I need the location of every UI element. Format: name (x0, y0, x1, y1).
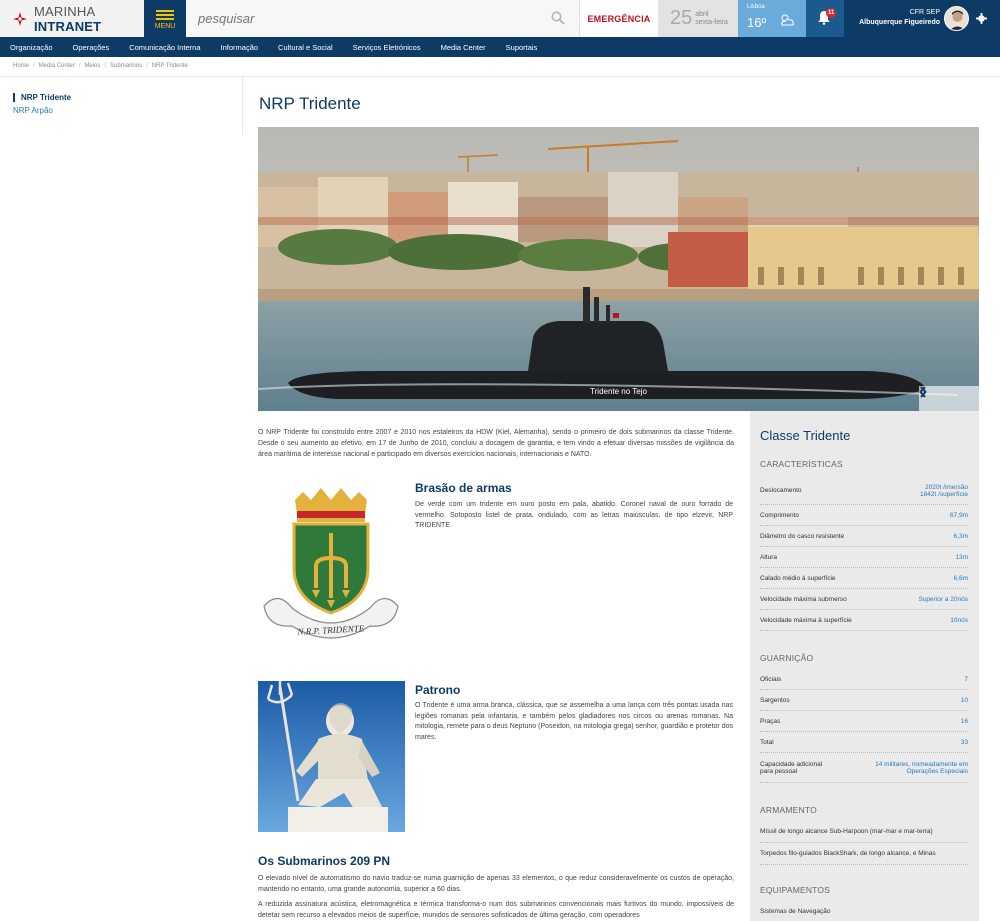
user-rank: CFR SEP (909, 9, 940, 16)
spec-row: Comprimento 67,9m (760, 505, 968, 526)
armament-row: Míssil de longo alcance Sub-Harpoon (mar… (760, 821, 968, 843)
spec-row: Deslocamento 2020t /imersão 1842t /superf… (760, 477, 968, 505)
breadcrumb-current: NRP Tridente (151, 63, 188, 69)
logo-text: MARINHA INTRANET (34, 3, 102, 34)
carousel-controls (919, 386, 979, 411)
gear-icon[interactable] (976, 13, 987, 24)
submarines-title: Os Submarinos 209 PN (258, 854, 391, 868)
date-widget: 25 abril sexta-feira (658, 0, 738, 37)
breadcrumb: Home / Media Center / Meios / Submarinos / N… (13, 63, 188, 69)
hero-carousel: Tridente no Tejo (258, 127, 979, 411)
spec-row: Calado médio à superfície 6,6m (760, 568, 968, 589)
submarines-paragraph: A reduzida assinatura acústica, eletroma… (258, 901, 734, 919)
menu-button[interactable]: MENU (144, 0, 186, 37)
neptune-statue-image (258, 681, 405, 832)
crew-heading: GUARNIÇÃO (760, 653, 814, 663)
spec-row: Altura 13m (760, 547, 968, 568)
nav-item-organizacao[interactable]: Organização (0, 43, 63, 52)
breadcrumb-separator: / (33, 63, 35, 69)
breadcrumb-separator: / (146, 63, 148, 69)
user-profile[interactable]: CFR SEP Albuquerque Figueiredo (844, 0, 1000, 37)
submarine-photo (258, 127, 979, 411)
partly-cloudy-icon (781, 14, 795, 26)
breadcrumb-submarinos[interactable]: Submarinos (110, 63, 142, 69)
crew-row: Capacidade adicional para pessoal 14 mili… (760, 753, 968, 783)
date-month: abril (695, 10, 709, 18)
armament-heading: ARMAMENTO (760, 805, 817, 815)
weather-widget[interactable]: Lisboa 16º (738, 0, 806, 37)
breadcrumb-home[interactable]: Home (13, 63, 29, 69)
coat-of-arms-title: Brasão de armas (415, 481, 512, 495)
patron-title: Patrono (415, 683, 461, 697)
armament-row: Torpedos filo-guiados BlackShark, de lon… (760, 843, 968, 865)
avatar[interactable] (944, 6, 969, 31)
notification-count-badge: 11 (826, 8, 837, 18)
crew-row: Sargentos 10 (760, 690, 968, 711)
spec-row: Velocidade máxima submerso Superior a 20n… (760, 589, 968, 610)
breadcrumb-meios[interactable]: Meios (84, 63, 100, 69)
crew-row: Praças 16 (760, 711, 968, 732)
side-nav-item-tridente[interactable]: NRP Tridente (13, 93, 71, 102)
weather-temp: 16º (747, 15, 767, 30)
logo[interactable]: MARINHA INTRANET (0, 0, 144, 37)
chevron-right-icon (920, 386, 927, 398)
emergency-button[interactable]: EMERGÊNCIA (580, 0, 658, 37)
panel-title: Classe Tridente (760, 428, 851, 443)
date-day: 25 (670, 7, 693, 29)
characteristics-heading: CARACTERÍSTICAS (760, 459, 843, 469)
search-input[interactable] (186, 0, 526, 37)
navy-cross-icon (12, 11, 28, 27)
date-weekday: sexta-feira (695, 18, 728, 26)
hero-caption: Tridente no Tejo (590, 387, 647, 396)
class-info-panel: Classe Tridente CARACTERÍSTICAS Deslocam… (750, 411, 979, 921)
equipment-row: Sistemas de Navegação (760, 907, 831, 915)
submarines-paragraph: O elevado nível de automatismo do navio … (258, 875, 734, 893)
search-box (186, 0, 580, 37)
side-nav: NRP Tridente NRP Arpão (0, 77, 243, 135)
nav-item-informacao[interactable]: Informação (211, 43, 269, 52)
coat-of-arms-image: N.R.P. TRIDENTE (258, 478, 405, 646)
search-icon[interactable] (551, 11, 565, 25)
coat-of-arms-text: De verde com um tridente em ouro posto e… (415, 501, 733, 529)
hamburger-icon (156, 8, 174, 22)
crew-row: Oficiais 7 (760, 669, 968, 690)
nav-item-suportais[interactable]: Suportais (496, 43, 548, 52)
weather-city: Lisboa (747, 4, 765, 10)
user-name: Albuquerque Figueiredo (859, 19, 940, 26)
spec-row: Diâmetro do casco resistente 6,3m (760, 526, 968, 547)
breadcrumb-media-center[interactable]: Media Center (39, 63, 75, 69)
nav-item-cultural-social[interactable]: Cultural e Social (268, 43, 343, 52)
nav-item-operacoes[interactable]: Operações (63, 43, 120, 52)
crew-row: Total 33 (760, 732, 968, 753)
page-title: NRP Tridente (259, 94, 361, 113)
breadcrumb-separator: / (78, 63, 81, 69)
breadcrumb-separator: / (104, 63, 107, 69)
menu-label: MENU (154, 22, 176, 30)
patron-text: O Tridente é uma arma branca, clássica, … (415, 702, 733, 741)
equipment-heading: EQUIPAMENTOS (760, 885, 831, 895)
nav-item-servicos-eletronicos[interactable]: Serviços Eletrónicos (343, 43, 431, 52)
nav-item-comunicacao-interna[interactable]: Comunicação Interna (119, 43, 210, 52)
intro-text: O NRP Tridente foi construído entre 2007… (258, 429, 734, 458)
nav-item-media-center[interactable]: Media Center (431, 43, 496, 52)
main-nav: Organização Operações Comunicação Intern… (0, 37, 1000, 57)
carousel-next-button[interactable] (920, 386, 979, 411)
notifications-button[interactable]: 11 (806, 0, 844, 37)
side-nav-item-arpao[interactable]: NRP Arpão (13, 106, 53, 115)
top-bar: MARINHA INTRANET MENU EMERGÊNCIA 25 abri… (0, 0, 1000, 37)
spec-row: Velocidade máxima à superfície 10nós (760, 610, 968, 631)
